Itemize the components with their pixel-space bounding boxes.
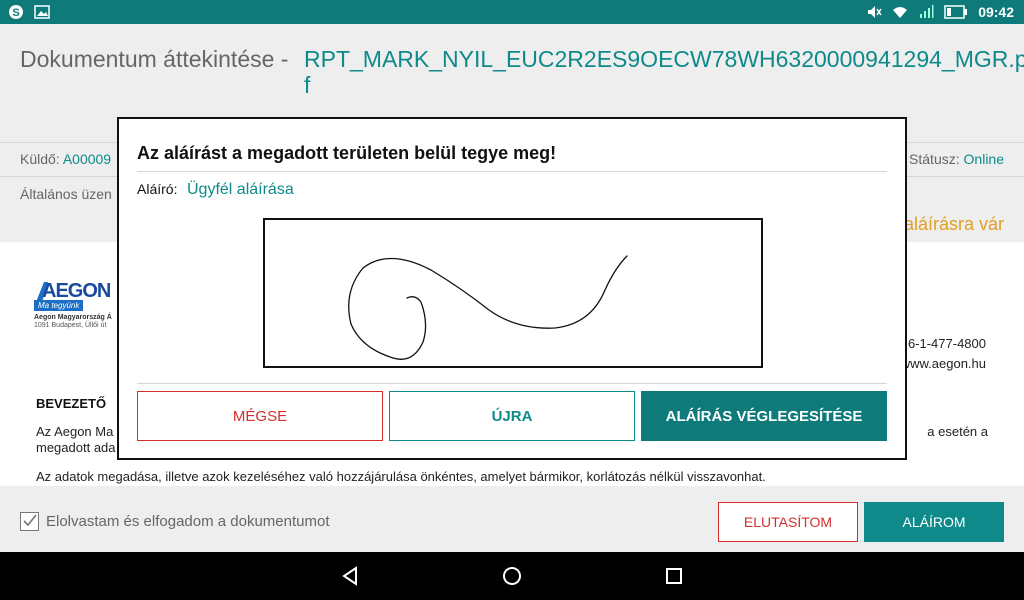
page-title: Dokumentum áttekintése - RPT_MARK_NYIL_E… — [20, 46, 1024, 98]
status-info: Státusz: Online — [909, 151, 1004, 167]
cancel-button[interactable]: MÉGSE — [137, 391, 383, 441]
divider — [137, 171, 887, 172]
signature-dialog: Az aláírást a megadott területen belül t… — [117, 117, 907, 460]
status-bar: S 09:42 — [0, 0, 1024, 24]
navigation-bar — [0, 552, 1024, 600]
accept-label[interactable]: Elolvastam és elfogadom a dokumentumot — [46, 513, 329, 530]
home-icon[interactable] — [500, 564, 524, 588]
sender-info: Küldő: A00009 — [20, 151, 111, 167]
document-phone: 6-1-477-4800 — [907, 336, 986, 351]
document-paragraph: Az Aegon Ma — [36, 424, 114, 439]
sender-label: Küldő: — [20, 151, 60, 167]
file-name: RPT_MARK_NYIL_EUC2R2ES9OECW78WH632000094… — [304, 46, 1024, 72]
sign-button[interactable]: ALÁÍROM — [864, 502, 1004, 542]
checkmark-icon — [23, 514, 37, 527]
logo-address: 1091 Budapest, Üllői út — [34, 322, 107, 329]
status-label: Státusz: — [909, 151, 960, 167]
signal-icon — [918, 4, 934, 20]
file-name-continuation: f — [304, 72, 311, 98]
reject-button[interactable]: ELUTASÍTOM — [718, 502, 858, 542]
sender-value: A00009 — [62, 151, 112, 167]
wifi-icon — [892, 4, 908, 20]
document-heading: BEVEZETŐ — [36, 396, 107, 411]
signer-value: Ügyfél aláírása — [187, 181, 294, 198]
signature-stroke — [348, 255, 628, 360]
document-paragraph: Az adatok megadása, illetve azok kezelés… — [36, 469, 766, 484]
document-paragraph: megadott ada — [36, 440, 116, 455]
skype-icon: S — [8, 4, 24, 20]
svg-text:S: S — [12, 7, 19, 19]
signer-label: Aláíró: — [137, 181, 178, 197]
recents-icon[interactable] — [662, 564, 686, 588]
signature-pad[interactable] — [263, 218, 763, 368]
logo-company: Aegon Magyarország Á — [34, 314, 112, 321]
divider — [137, 383, 887, 384]
document-paragraph: a esetén a — [927, 424, 988, 439]
dialog-title: Az aláírást a megadott területen belül t… — [137, 143, 557, 163]
battery-icon — [944, 5, 968, 19]
general-message-label: Általános üzen — [20, 186, 112, 202]
document-web: www.aegon.hu — [900, 356, 986, 371]
clock: 09:42 — [978, 4, 1014, 20]
status-value: Online — [963, 151, 1004, 167]
back-icon[interactable] — [338, 564, 362, 588]
await-status-badge: aláírásra vár — [903, 214, 1004, 234]
finalize-signature-button[interactable]: ALÁÍRÁS VÉGLEGESÍTÉSE — [641, 391, 887, 441]
page-title-label: Dokumentum áttekintése - — [20, 46, 289, 72]
retry-button[interactable]: ÚJRA — [389, 391, 635, 441]
image-icon — [34, 4, 50, 20]
mute-icon — [866, 4, 882, 20]
logo-tagline: Ma tegyünk — [34, 300, 84, 311]
accept-checkbox[interactable] — [20, 512, 39, 531]
